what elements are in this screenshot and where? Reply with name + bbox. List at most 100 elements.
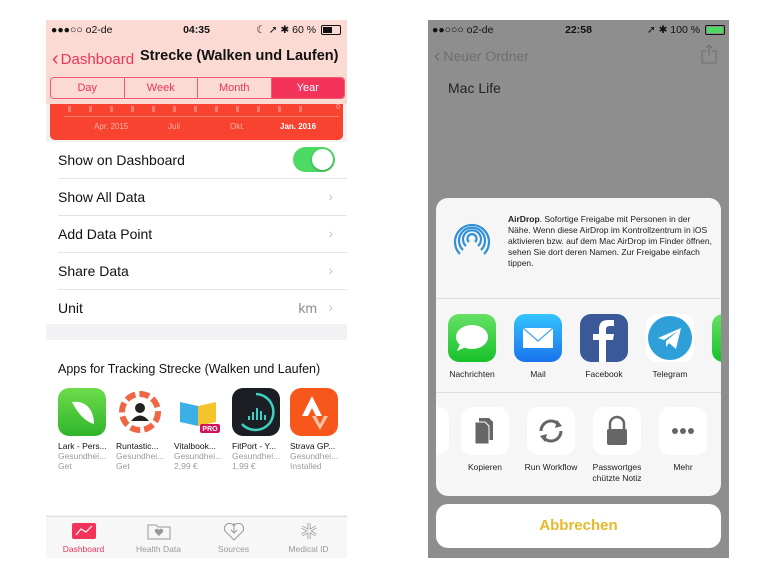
show-all-data-row[interactable]: Show All Data › <box>58 179 347 216</box>
app-name: Vitalbook... <box>174 441 216 451</box>
apps-section-title: Apps for Tracking Strecke (Walken und La… <box>58 362 321 376</box>
app-vitalbook[interactable]: PRO Vitalbook... Gesundhei... 2,99 € <box>174 388 232 471</box>
chart-tick <box>131 106 134 112</box>
status-right: ➚ ✱ 100 % <box>647 24 725 36</box>
runtastic-icon <box>116 388 164 436</box>
folder-title: Mac Life <box>448 80 501 96</box>
segment-month[interactable]: Month <box>197 78 271 98</box>
show-on-dashboard-toggle[interactable] <box>293 147 335 172</box>
tab-label: Medical ID <box>288 544 329 554</box>
row-label: Show All Data <box>58 189 146 205</box>
action-passwort-notiz[interactable]: Passwortges chützte Notiz <box>584 407 650 483</box>
unit-row[interactable]: Unit km › <box>58 290 347 326</box>
share-app-label: Facebook <box>585 369 623 379</box>
row-label: Show on Dashboard <box>58 152 185 168</box>
chart-tick <box>299 106 302 112</box>
chart-axis <box>64 116 339 117</box>
action-kopieren[interactable]: Kopieren <box>452 407 518 473</box>
chart-x-label: Jan. 2016 <box>280 122 317 131</box>
range-selector-wrap: Day Week Month Year <box>46 74 347 104</box>
segment-day[interactable]: Day <box>51 78 124 98</box>
unit-value: km <box>298 300 317 316</box>
row-label: Unit <box>58 300 83 316</box>
action-label: Passwortges chützte Notiz <box>592 462 642 483</box>
chevron-left-icon: ‹ <box>434 46 441 67</box>
settings-list: Show on Dashboard Show All Data › Add Da… <box>46 142 347 326</box>
battery-percent: 100 % <box>670 24 701 36</box>
share-app-label: Telegram <box>652 369 688 379</box>
app-price[interactable]: 1,99 € <box>232 461 290 471</box>
tab-medical-id[interactable]: Medical ID <box>271 521 346 554</box>
chart-tick <box>68 106 71 112</box>
app-strava[interactable]: Strava GP... Gesundhei... Installed <box>290 388 347 471</box>
app-price[interactable]: Get <box>116 461 174 471</box>
app-name: Strava GP... <box>290 441 336 451</box>
tab-dashboard[interactable]: Dashboard <box>46 521 121 554</box>
chart-tick <box>215 106 218 112</box>
share-nachrichten[interactable]: Nachrichten <box>439 314 505 379</box>
status-icons: ☾ ➚ ✱ <box>256 24 290 36</box>
app-lark[interactable]: Lark - Pers... Gesundhei... Get <box>58 388 116 471</box>
segment-week[interactable]: Week <box>123 78 198 98</box>
medical-asterisk-icon <box>296 521 322 541</box>
apps-section: Apps for Tracking Strecke (Walken und La… <box>46 340 347 515</box>
page-title: Strecke (Walken und Laufen) <box>140 48 339 64</box>
battery-icon <box>321 25 341 36</box>
app-category: Gesundhei... <box>174 451 223 461</box>
show-on-dashboard-row: Show on Dashboard <box>58 142 347 179</box>
share-sheet-screen: ●●○○○ o2-de 22:58 ➚ ✱ 100 % ‹ Neuer Ordne… <box>428 20 729 558</box>
action-icon <box>436 407 449 455</box>
chart-tick <box>194 106 197 112</box>
app-name: FitPort - Y... <box>232 441 277 451</box>
app-name: Lark - Pers... <box>58 441 107 451</box>
segment-year[interactable]: Year <box>270 78 344 98</box>
health-app-screen: ●●●○○ o2-de 04:35 ☾ ➚ ✱ 60 % ‹ Dashboard … <box>46 20 347 558</box>
tab-sources[interactable]: Sources <box>196 521 271 554</box>
action-run-workflow[interactable]: Run Workflow <box>518 407 584 473</box>
cancel-button[interactable]: Abbrechen <box>436 504 721 548</box>
airdrop-icon <box>453 223 491 258</box>
folder-heart-icon <box>146 521 172 541</box>
app-fitport[interactable]: FitPort - Y... Gesundhei... 1,99 € <box>232 388 290 471</box>
tab-health-data[interactable]: Health Data <box>121 521 196 554</box>
share-icon[interactable] <box>701 44 717 64</box>
row-label: Share Data <box>58 263 129 279</box>
action-mehr[interactable]: Mehr <box>650 407 716 473</box>
mail-icon <box>514 314 562 362</box>
vitalbook-icon: PRO <box>174 388 222 436</box>
airdrop-description: AirDrop. Sofortige Freigabe mit Personen… <box>508 214 713 269</box>
app-runtastic[interactable]: Runtastic... Gesundhei... Get <box>116 388 174 471</box>
share-data-row[interactable]: Share Data › <box>58 253 347 290</box>
status-bar: ●●●○○ o2-de 04:35 ☾ ➚ ✱ 60 % <box>46 20 347 40</box>
back-button[interactable]: ‹ Neuer Ordner <box>434 45 529 67</box>
chart-zero-label: 0 <box>336 104 340 111</box>
airdrop-section[interactable]: AirDrop. Sofortige Freigabe mit Personen… <box>436 198 721 299</box>
app-price[interactable]: 2,99 € <box>174 461 232 471</box>
chevron-right-icon: › <box>328 188 333 204</box>
add-data-point-row[interactable]: Add Data Point › <box>58 216 347 253</box>
status-bar: ●●○○○ o2-de 22:58 ➚ ✱ 100 % <box>428 20 729 40</box>
sources-heart-icon <box>221 521 247 541</box>
chart-tick <box>110 106 113 112</box>
more-icon <box>659 407 707 455</box>
airdrop-title: AirDrop <box>508 214 540 224</box>
share-facebook[interactable]: Facebook <box>571 314 637 379</box>
year-chart: 0 Apr. 2015 Juli Okt. Jan. 2016 <box>50 104 343 140</box>
share-whatsapp[interactable]: W <box>703 314 721 379</box>
status-icons: ➚ ✱ <box>646 24 668 36</box>
action-label: Mehr <box>673 462 693 472</box>
app-category: Gesundhei... <box>290 451 339 461</box>
row-label: Add Data Point <box>58 226 153 242</box>
fitport-icon <box>232 388 280 436</box>
back-label: Dashboard <box>60 51 135 68</box>
app-price[interactable]: Get <box>58 461 116 471</box>
whatsapp-icon <box>712 314 721 362</box>
tab-label: Sources <box>217 544 250 554</box>
chart-tick <box>236 106 239 112</box>
tab-label: Health Data <box>136 544 181 554</box>
share-telegram[interactable]: Telegram <box>637 314 703 379</box>
share-mail[interactable]: Mail <box>505 314 571 379</box>
strava-icon <box>290 388 338 436</box>
share-apps-row: Nachrichten Mail Facebook Telegram W <box>436 298 721 393</box>
back-button[interactable]: ‹ Dashboard <box>52 47 134 70</box>
